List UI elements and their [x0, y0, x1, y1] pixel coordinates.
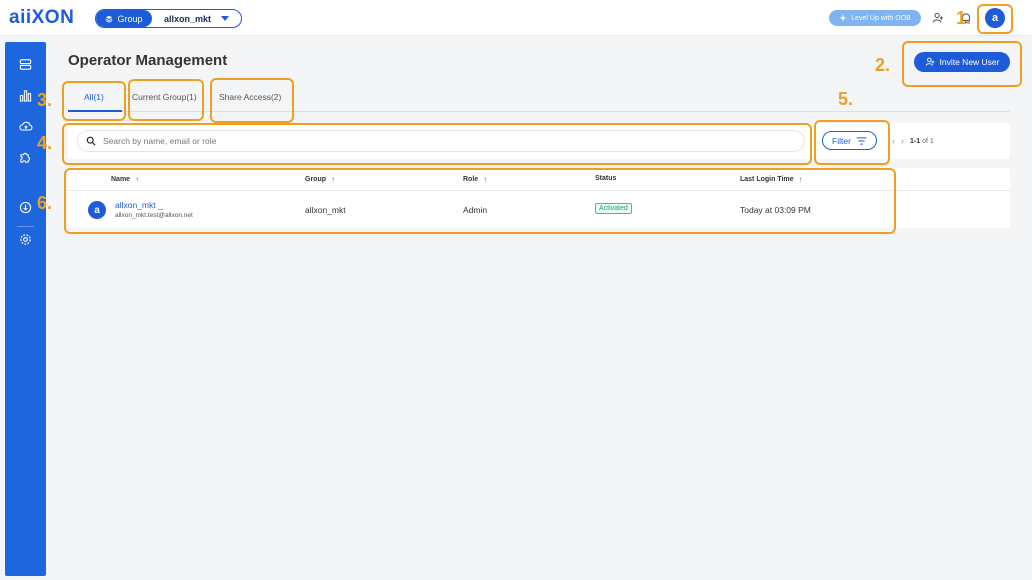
- callout-number-4: 4.: [37, 133, 53, 153]
- level-up-button[interactable]: Level Up with OOB: [829, 10, 921, 26]
- page-title: Operator Management: [68, 52, 228, 69]
- group-switcher[interactable]: Group allxon_mkt: [95, 9, 242, 28]
- group-name: allxon_mkt: [164, 13, 212, 24]
- callout-box-6: [64, 168, 896, 234]
- chevron-left-icon[interactable]: ‹: [892, 136, 895, 146]
- callout-box-3-share-access: [210, 78, 294, 123]
- sidebar-divider: [17, 226, 34, 227]
- allxon-logo[interactable]: aiiXON: [9, 7, 74, 28]
- callout-box-2: [902, 41, 1022, 87]
- layers-icon: [106, 15, 113, 23]
- puzzle-icon[interactable]: [18, 150, 33, 165]
- callout-number-5: 5.: [838, 89, 854, 109]
- callout-number-1: 1.: [956, 8, 972, 28]
- bar-chart-icon[interactable]: [18, 88, 33, 103]
- callout-box-5: [814, 120, 890, 165]
- chevron-right-icon[interactable]: ›: [901, 136, 904, 146]
- sidebar: [5, 42, 46, 576]
- group-label: Group: [117, 13, 143, 24]
- download-circle-icon[interactable]: [18, 200, 33, 215]
- pagination-text: 1-1 of 1: [910, 137, 934, 145]
- callout-box-1: [977, 4, 1013, 34]
- gear-icon[interactable]: [18, 232, 33, 247]
- cloud-upload-icon[interactable]: [18, 119, 33, 134]
- top-bar: aiiXON Group allxon_mkt Level Up with OO…: [0, 0, 1032, 36]
- sparkle-icon: [839, 14, 848, 22]
- server-icon[interactable]: [18, 57, 33, 72]
- callout-box-4: [62, 123, 812, 165]
- callout-box-3-all: [62, 81, 126, 121]
- callout-number-6: 6.: [37, 193, 53, 213]
- callout-number-2: 2.: [875, 55, 891, 75]
- callout-box-3-current-group: [128, 79, 204, 121]
- callout-number-3: 3.: [37, 90, 53, 110]
- chevron-down-icon[interactable]: [221, 16, 229, 21]
- pagination: ‹ › 1-1 of 1: [892, 136, 934, 146]
- group-pill: Group: [96, 10, 152, 27]
- add-user-icon[interactable]: [930, 10, 946, 26]
